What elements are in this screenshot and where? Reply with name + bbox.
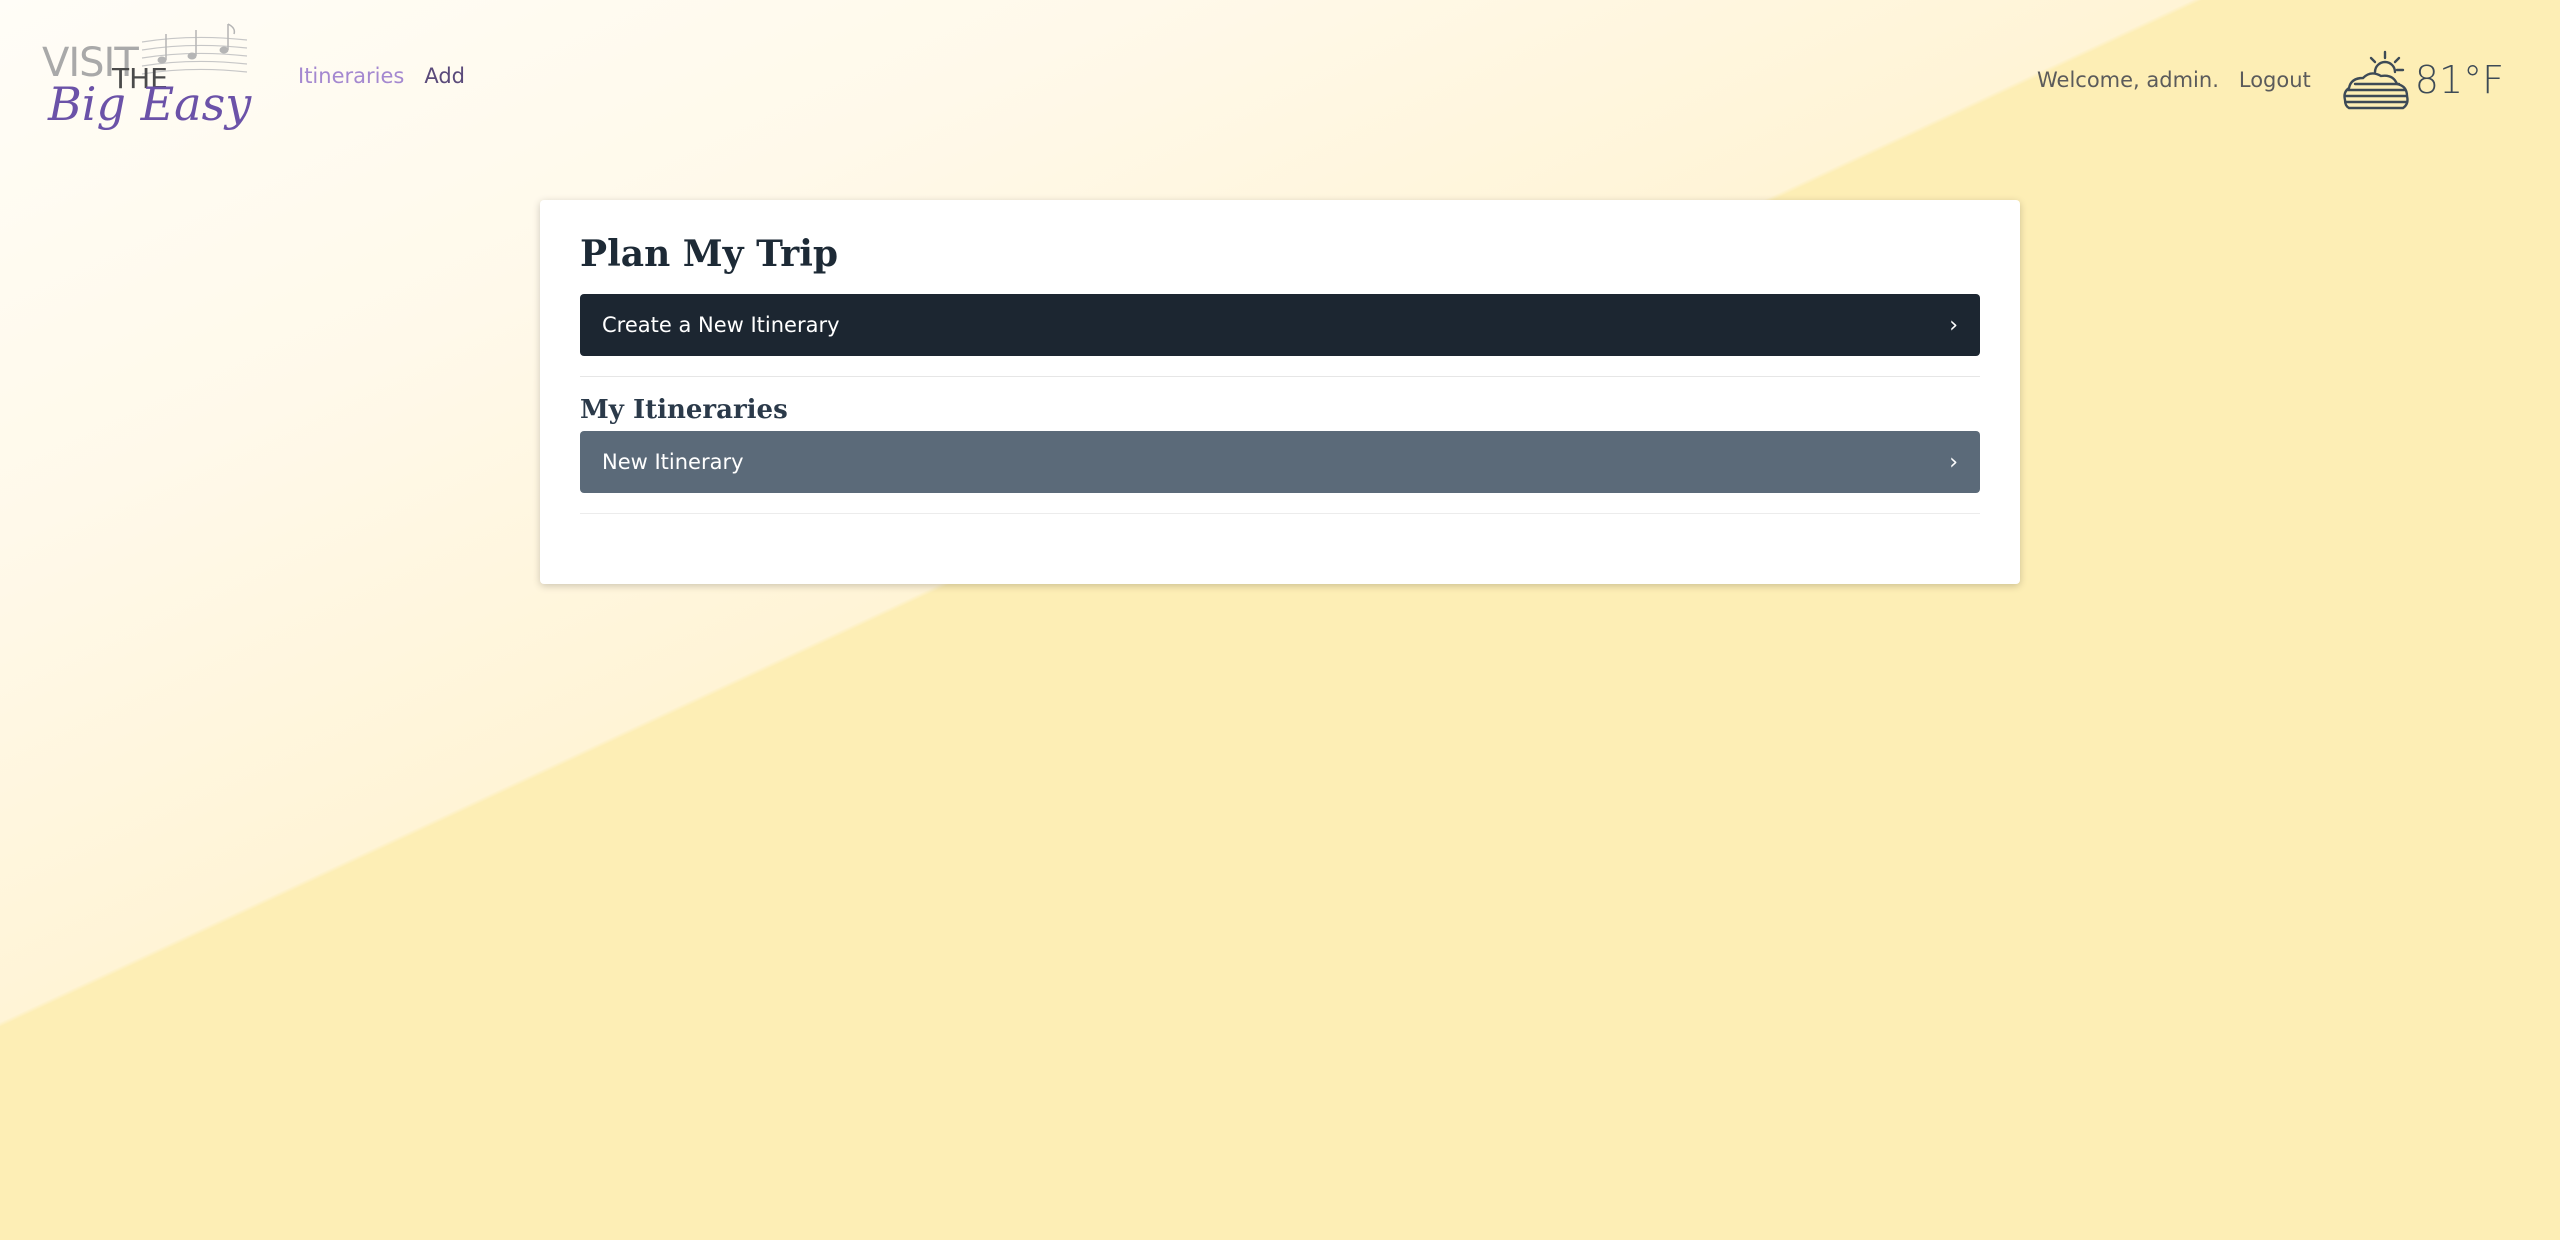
svg-text:Big Easy: Big Easy — [47, 77, 252, 131]
chevron-right-icon: › — [1949, 312, 1958, 338]
divider — [580, 376, 1980, 377]
create-itinerary-label: Create a New Itinerary — [602, 313, 840, 337]
my-itineraries-heading: My Itineraries — [580, 395, 788, 425]
temperature: 81°F — [2414, 58, 2504, 102]
main-nav: Itineraries Add — [298, 64, 465, 88]
chevron-right-icon: › — [1949, 449, 1958, 475]
nav-add[interactable]: Add — [424, 64, 465, 88]
user-area: Welcome, admin. Logout 81°F — [2037, 48, 2504, 112]
divider — [580, 513, 1980, 514]
plan-trip-card: Plan My Trip Create a New Itinerary › My… — [540, 200, 2020, 584]
itinerary-item[interactable]: New Itinerary › — [580, 431, 1980, 493]
card-title: Plan My Trip — [580, 233, 839, 275]
itinerary-label: New Itinerary — [602, 450, 744, 474]
nav-itineraries[interactable]: Itineraries — [298, 64, 404, 88]
welcome-text: Welcome, admin. — [2036, 68, 2219, 92]
logout-link[interactable]: Logout — [2239, 68, 2311, 92]
sunset-cloud-icon — [2343, 50, 2409, 110]
weather-widget: 81°F — [2341, 48, 2504, 112]
page-background — [0, 0, 2560, 1240]
create-itinerary-button[interactable]: Create a New Itinerary › — [580, 294, 1980, 356]
visit-the-big-easy-logo[interactable]: VISIT THE Big Easy — [42, 20, 274, 140]
header: VISIT THE Big Easy Itineraries Add Welco… — [0, 0, 2560, 160]
